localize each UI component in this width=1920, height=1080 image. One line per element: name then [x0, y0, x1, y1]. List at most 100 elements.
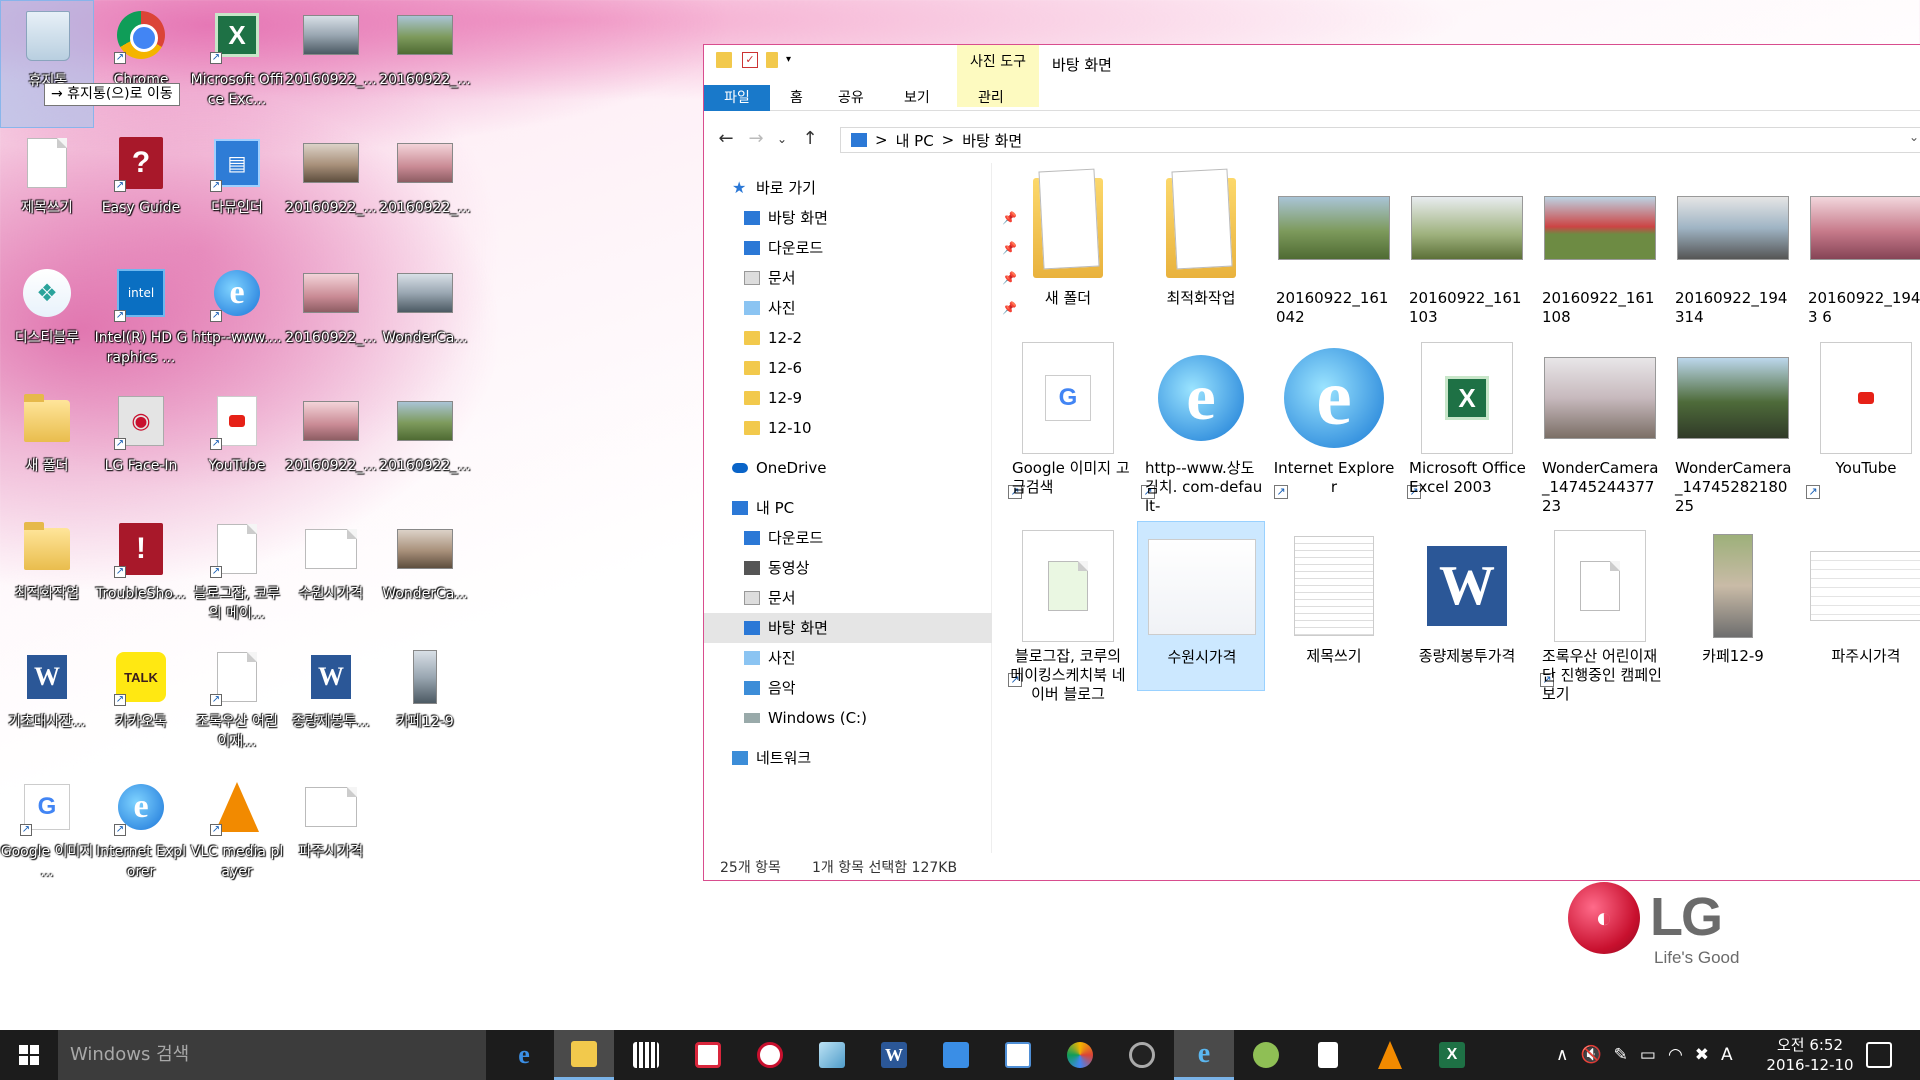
file-item-photo[interactable]: 20160922_161108	[1536, 163, 1664, 333]
desktop-icon-troubleshoot[interactable]: ! ↗ TroubleSho...	[94, 514, 188, 642]
nav-qa-pictures[interactable]: 사진 📌	[744, 293, 1017, 323]
nav-qa-documents[interactable]: 문서 📌	[744, 263, 1017, 293]
desktop-icon-excel[interactable]: X ↗ Microsoft Office Exc...	[190, 0, 284, 128]
taskbar-app[interactable]	[740, 1030, 800, 1080]
new-folder-icon[interactable]	[766, 52, 778, 68]
taskbar-edge[interactable]: e	[494, 1030, 554, 1080]
forward-arrow-icon[interactable]: →	[744, 127, 768, 151]
desktop-icon-word-doc[interactable]: W 기초대사잔...	[0, 642, 94, 770]
file-item-photo[interactable]: 20160922_161103	[1403, 163, 1531, 333]
desktop-icon-photo[interactable]: 20160922_...	[284, 258, 378, 386]
desktop-icon-word-doc[interactable]: W 종량제봉투...	[284, 642, 378, 770]
desktop-icon-image[interactable]: 카페12-9	[378, 642, 472, 770]
desktop-icon-photo[interactable]: 20160922_...	[284, 0, 378, 128]
desktop-icon-folder[interactable]: 새 폴더	[0, 386, 94, 514]
taskbar-app[interactable]	[926, 1030, 986, 1080]
desktop-icon-photo[interactable]: 20160922_...	[378, 128, 472, 256]
nav-onedrive[interactable]: OneDrive	[732, 453, 827, 483]
action-center-icon[interactable]	[1866, 1042, 1892, 1068]
nav-qa-folder[interactable]: 12-2	[744, 323, 802, 353]
ime-indicator[interactable]: A	[1721, 1045, 1733, 1065]
nav-qa-folder[interactable]: 12-10	[744, 413, 812, 443]
recent-chevron-icon[interactable]: ⌄	[770, 127, 794, 151]
speaker-muted-icon[interactable]: 🔇	[1580, 1045, 1601, 1065]
file-item-shortcut[interactable]: X ↗ Microsoft Office Excel 2003	[1403, 333, 1531, 503]
desktop-icon-vlc[interactable]: ↗ VLC media player	[190, 772, 284, 900]
file-item-folder[interactable]: 최적화작업	[1137, 163, 1265, 333]
file-item-image-selected[interactable]: 수원시가격	[1137, 521, 1265, 691]
desktop-icon-photo[interactable]: 20160922_...	[378, 386, 472, 514]
back-arrow-icon[interactable]: ←	[714, 127, 738, 151]
nav-pc-downloads[interactable]: 다운로드	[744, 523, 823, 553]
taskbar-search-box[interactable]: Windows 검색	[58, 1030, 486, 1080]
desktop-icon-document[interactable]: 제목쓰기	[0, 128, 94, 256]
taskbar-internet-explorer[interactable]: e	[1174, 1030, 1234, 1080]
desktop-icon-photo[interactable]: 20160922_...	[284, 128, 378, 256]
breadcrumb-desktop[interactable]: 바탕 화면	[962, 130, 1022, 151]
desktop-icon-app[interactable]: ▤ ↗ 다뮤인더	[190, 128, 284, 256]
file-item-photo[interactable]: 20160922_194314	[1669, 163, 1797, 333]
file-item-photo[interactable]: WonderCamera_1474528218025	[1669, 333, 1797, 515]
taskbar-app[interactable]	[1236, 1030, 1296, 1080]
desktop-icon-internet-explorer[interactable]: e ↗ Internet Explorer	[94, 772, 188, 900]
windows-start-button[interactable]	[0, 1030, 58, 1080]
file-item-document[interactable]: 제목쓰기	[1270, 521, 1398, 691]
nav-pc-desktop[interactable]: 바탕 화면	[704, 613, 992, 643]
file-item-shortcut[interactable]: e ↗ http--www.상도김치. com-default-	[1137, 333, 1265, 515]
taskbar-vlc[interactable]	[1360, 1030, 1420, 1080]
desktop-icon-photo[interactable]: 20160922_...	[378, 0, 472, 128]
file-item-photo[interactable]: WonderCamera_1474524437723	[1536, 333, 1664, 515]
clock[interactable]: 오전 6:52 2016-12-10	[1750, 1035, 1870, 1075]
nav-network[interactable]: 네트워크	[732, 743, 811, 773]
desktop-icon-recycle-bin[interactable]: 휴지통	[0, 0, 94, 128]
taskbar-app[interactable]	[802, 1030, 862, 1080]
nav-quick-access[interactable]: ★ 바로 가기	[732, 173, 816, 203]
desktop-icon-youtube[interactable]: ↗ YouTube	[190, 386, 284, 514]
properties-icon[interactable]: ✓	[742, 52, 758, 68]
tab-file[interactable]: 파일	[704, 85, 770, 111]
file-item-word-doc[interactable]: W 종량제봉투가격	[1403, 521, 1531, 691]
taskbar-word[interactable]: W	[864, 1030, 924, 1080]
taskbar-notepad[interactable]	[1298, 1030, 1358, 1080]
desktop-icon-chrome[interactable]: ↗ Chrome	[94, 0, 188, 128]
file-item-shortcut[interactable]: ↗ YouTube	[1802, 333, 1920, 503]
desktop-icon-google-shortcut[interactable]: G ↗ Google 이미지 ...	[0, 772, 94, 900]
desktop-icon-lg-face-in[interactable]: ◉ ↗ LG Face-In	[94, 386, 188, 514]
desktop-icon-image[interactable]: 파주시가격	[284, 772, 378, 900]
taskbar-excel[interactable]: X	[1422, 1030, 1482, 1080]
file-item-shortcut[interactable]: ↗ 조록우산 어린이재단 진행중인 캠페인 보기	[1536, 521, 1664, 703]
desktop-icon-kakaotalk[interactable]: TALK ↗ 카카오톡	[94, 642, 188, 770]
nav-pc-documents[interactable]: 문서	[744, 583, 796, 613]
nav-pc-pictures[interactable]: 사진	[744, 643, 796, 673]
battery-icon[interactable]: ▭	[1640, 1045, 1656, 1065]
taskbar-app[interactable]	[1112, 1030, 1172, 1080]
desktop-icon-photo[interactable]: WonderCa...	[378, 258, 472, 386]
nav-pc-drive-c[interactable]: Windows (C:)	[744, 703, 867, 733]
file-item-photo[interactable]: 20160922_1943 6	[1802, 163, 1920, 333]
tab-manage[interactable]: 관리	[968, 85, 1014, 111]
desktop-icon-photo[interactable]: WonderCa...	[378, 514, 472, 642]
taskbar-app[interactable]	[1050, 1030, 1110, 1080]
nav-pc-videos[interactable]: 동영상	[744, 553, 809, 583]
taskbar-file-explorer[interactable]	[554, 1030, 614, 1080]
nav-this-pc[interactable]: 내 PC	[732, 493, 794, 523]
desktop-icon-web-shortcut[interactable]: ↗ 조록우산 어린이재...	[190, 642, 284, 770]
chevron-up-icon[interactable]: ∧	[1556, 1045, 1568, 1065]
desktop-icon-blog-shortcut[interactable]: ↗ 블로그잡, 코루의 메이...	[190, 514, 284, 642]
taskbar-app[interactable]	[988, 1030, 1048, 1080]
file-item-shortcut[interactable]: e ↗ Internet Explorer	[1270, 333, 1398, 503]
tab-home[interactable]: 홈	[780, 85, 813, 111]
nav-qa-desktop[interactable]: 바탕 화면 📌	[744, 203, 1017, 233]
file-item-photo[interactable]: 20160922_161042	[1270, 163, 1398, 333]
nav-qa-downloads[interactable]: 다운로드 📌	[744, 233, 1017, 263]
nav-qa-folder[interactable]: 12-9	[744, 383, 802, 413]
file-item-folder[interactable]: 새 폴더	[1004, 163, 1132, 333]
nav-pc-music[interactable]: 음악	[744, 673, 796, 703]
desktop-icon-photo[interactable]: 20160922_...	[284, 386, 378, 514]
customize-chevron-icon[interactable]: ▾	[786, 52, 802, 68]
desktop-icon-web-shortcut[interactable]: e ↗ http--www....	[190, 258, 284, 386]
up-arrow-icon[interactable]: ↑	[798, 127, 822, 151]
file-item-shortcut[interactable]: ↗ 블로그잡, 코루의 메이킹스케치북 네이버 블로그	[1004, 521, 1132, 703]
desktop-icon-intel-graphics[interactable]: intel ↗ Intel(R) HD Graphics ...	[94, 258, 188, 386]
address-dropdown-icon[interactable]: ⌄	[1909, 130, 1919, 144]
